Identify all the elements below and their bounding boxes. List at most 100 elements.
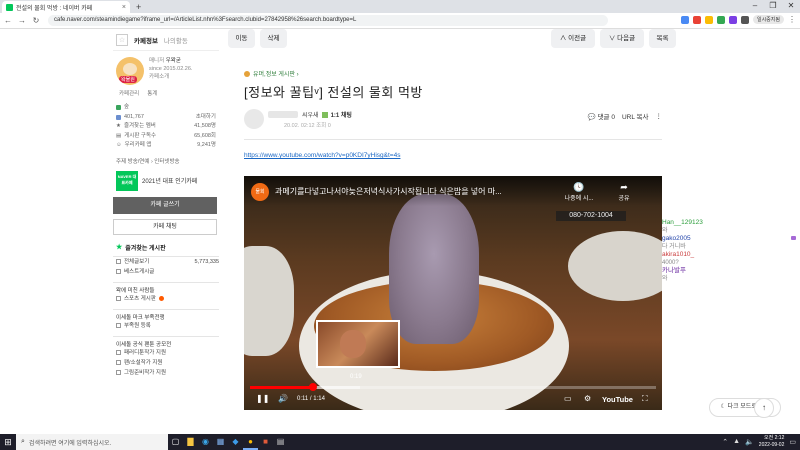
writer-nickname-blurred[interactable] [268,111,298,118]
minimize-button[interactable]: – [746,0,764,13]
scrub-handle[interactable] [308,383,317,391]
favorite-boards-header[interactable]: ★ 즐겨찾는 게시판 [113,243,219,252]
youtube-link[interactable]: https://www.youtube.com/watch?v=p0KDI7yH… [244,152,662,159]
network-icon[interactable]: ▲ [733,438,740,445]
url-field[interactable]: cafe.naver.com/steamindiegame?iframe_url… [48,15,608,26]
tab-cafe-info[interactable]: 카페정보 [134,35,158,45]
one-on-one-chat-link[interactable]: 1:1 채팅 [331,110,352,119]
cafe-profile: 왁물원 매니저 우왁굳 since 2015.02.26. 카페소개 [113,51,219,89]
close-window-button[interactable]: ✕ [782,0,800,13]
page-content: ☆ 카페정보 나의활동 왁물원 매니저 우왁굳 since 2015.02.26… [0,29,800,434]
clock-date: 2022-09-02 [758,441,785,448]
popular-cafe-badge[interactable]: NAVER 대표카페 2021년 대표 인기카페 [116,170,219,191]
app-icon[interactable]: ▤ [273,434,288,450]
menu-dots-icon[interactable]: ⋮ [788,15,796,24]
notification-icon[interactable]: ▭ [789,438,796,446]
close-tab-icon[interactable]: × [122,4,126,11]
new-tab-button[interactable]: + [136,1,141,13]
manager-name[interactable]: 우왁굳 [166,58,181,64]
extension-icon[interactable] [716,15,725,24]
speaker-icon[interactable]: 🔈 [745,438,754,446]
youtube-player[interactable]: 080-702-1004 물회 과메기를다넣고나서야늦은저녁식사가시작됩니다 식… [244,176,662,410]
manager-label: 매니저 [149,58,165,64]
profile-button[interactable]: 일시중지됨 [752,15,784,24]
forward-icon[interactable]: → [18,16,26,25]
invite-link[interactable]: 초대하기 [196,113,216,123]
comment-link[interactable]: 💬 댓글 0 [588,111,615,121]
stat-row: ★ 즐겨찾는 멤버 41,508명 [116,122,216,132]
cafe-logo[interactable]: 왁물원 [116,57,144,85]
sidebar-item-parody[interactable]: 패러디툰작가 지원 [113,348,219,358]
extension-icon[interactable] [728,15,737,24]
chat-username[interactable]: Han__129123 [662,219,800,227]
channel-avatar[interactable]: 물회 [251,183,269,201]
app-icon[interactable]: ■ [258,434,273,450]
delete-button[interactable]: 삭제 [260,29,287,48]
scroll-top-button[interactable]: ↑ [754,398,774,418]
moon-icon: ☾ [720,404,726,410]
pause-icon[interactable]: ❚❚ [256,394,269,403]
clock[interactable]: 오전 2:12 2022-09-02 [759,435,785,448]
share-icon: ➦ [620,182,628,192]
avatar[interactable] [244,109,264,129]
store-icon[interactable]: ▦ [213,434,228,450]
fullscreen-icon[interactable]: ⛶ [642,394,648,404]
watch-later-button[interactable]: 🕓 나중에 시... [559,182,599,202]
board-emoji-icon [244,70,250,77]
subtitles-icon[interactable]: ▭ [564,394,572,403]
list-button[interactable]: 목록 [649,29,676,48]
sidebar-item-drawing[interactable]: 그림준비작가 지원 [113,368,219,378]
extension-icon[interactable] [680,15,689,24]
share-button[interactable]: ➦ 공유 [604,182,644,202]
maximize-button[interactable]: ❐ [764,0,782,13]
chat-username[interactable]: 카나발푸 [662,267,800,275]
cafe-topic[interactable]: 주제 방송/연예 › 인터넷방송 [116,157,219,165]
cafe-chat-button[interactable]: 카페 채팅 [113,218,217,235]
taskbar-search[interactable]: ⌕ 검색하려면 여기에 입력하십시오. [16,434,168,450]
url-copy-button[interactable]: URL 복사 [622,111,649,121]
back-icon[interactable]: ← [4,16,12,25]
article-actions: 💬 댓글 0 URL 복사 ⋮ [588,111,662,121]
chat-username[interactable]: gako2005 [662,235,800,243]
start-button[interactable]: ⊞ [0,434,16,450]
chat-username[interactable]: akira1010_ [662,251,800,259]
tab-my-activity[interactable]: 나의활동 [164,35,188,45]
sidebar-item-best-posts[interactable]: 베스트게시글 [113,267,219,277]
next-post-button[interactable]: ∨ 다음글 [600,29,644,48]
edge-icon[interactable]: ◉ [198,434,213,450]
tab-title: 전설의 물회 먹방 : 네이버 카페 [16,5,93,12]
browser-tab[interactable]: 전설의 물회 먹방 : 네이버 카페 × [2,1,130,13]
menu-label: 전체글보기 [124,258,150,265]
write-post-button[interactable]: 카페 글쓰기 [113,196,217,214]
sidebar-item-fan-novel[interactable]: 팬/소설작가 지원 [113,358,219,368]
youtube-logo[interactable]: YouTube [602,395,633,404]
progress-bar[interactable] [250,383,656,391]
chrome-icon[interactable]: ● [243,434,258,450]
vscode-icon[interactable]: ◆ [228,434,243,450]
video-title[interactable]: 과메기를다넣고나서야늦은저녁식사가시작됩니다 식은밥을 넣어 마... [275,186,502,197]
member-count[interactable]: 401,767 [124,113,144,123]
sidebar-item-all-posts[interactable]: 전체글보기 5,773,335 [113,257,219,267]
puzzle-icon[interactable] [740,15,749,24]
task-view-icon[interactable]: ▢ [168,434,183,450]
move-button[interactable]: 이동 [228,29,255,48]
cafe-intro-link[interactable]: 카페소개 [149,73,192,81]
cafe-manage-link[interactable]: 카페관리 [119,89,139,97]
reload-icon[interactable]: ↻ [32,16,40,25]
hover-time-tooltip: 0:19 [350,374,362,380]
chevron-up-icon[interactable]: ⌃ [722,438,728,446]
settings-gear-icon[interactable]: ⚙ [584,394,591,403]
stat-value: 65,608회 [194,132,216,139]
board-link[interactable]: 유머,정보 게시판 › [244,69,662,78]
sidebar-item-tribe-register[interactable]: 부족원 등록 [113,321,219,331]
favorite-star-icon[interactable]: ☆ [116,33,128,46]
extension-icon[interactable] [704,15,713,24]
stats-link[interactable]: 통계 [147,89,157,97]
more-options-icon[interactable]: ⋮ [656,112,663,120]
prev-post-button[interactable]: ∧ 이전글 [551,29,595,48]
sidebar-item-sports[interactable]: 스포츠 게시판 [113,294,219,304]
explorer-icon[interactable]: ▇ [183,434,198,450]
board-icon [116,370,121,375]
volume-icon[interactable]: 🔊 [278,394,288,403]
extension-icon[interactable] [692,15,701,24]
